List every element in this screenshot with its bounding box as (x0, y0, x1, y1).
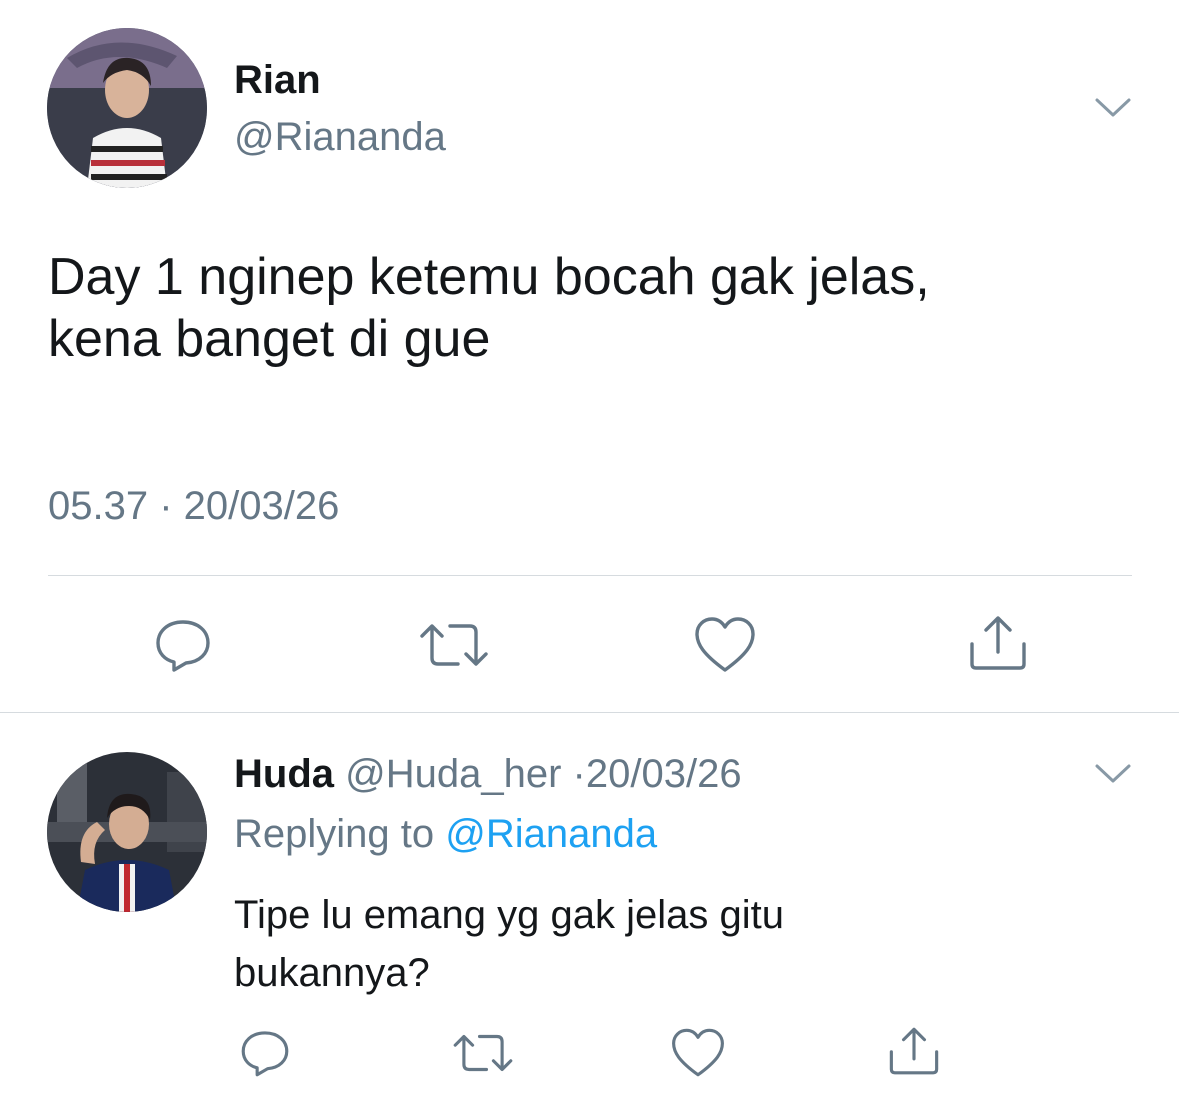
author-name[interactable]: Rian (234, 58, 321, 103)
mention-link[interactable]: @Riananda (445, 812, 657, 856)
tweet-text-line: Day 1 nginep ketemu bocah gak jelas, (48, 248, 930, 306)
author-name[interactable]: Huda (234, 752, 334, 796)
author-handle[interactable]: @Huda_her (345, 752, 561, 796)
tweet-date[interactable]: 20/03/26 (586, 752, 742, 796)
replying-prefix: Replying to (234, 812, 435, 856)
tweet-text-line: kena banget di gue (48, 310, 491, 368)
retweet-icon[interactable] (416, 614, 492, 681)
avatar-rian[interactable] (47, 28, 207, 188)
like-icon[interactable] (670, 1026, 726, 1085)
tweet-text: Day 1 nginep ketemu bocah gak jelas, ken… (48, 246, 1138, 370)
tweet-timestamp[interactable]: 05.37 · 20/03/26 (48, 484, 339, 529)
reply-icon[interactable] (238, 1026, 292, 1085)
main-tweet: Rian @Riananda Day 1 nginep ketemu bocah… (0, 0, 1179, 712)
reply-icon[interactable] (152, 614, 214, 681)
share-icon[interactable] (966, 612, 1030, 679)
reply-text-line: Tipe lu emang yg gak jelas gitu (234, 893, 784, 937)
reply-text-line: bukannya? (234, 951, 430, 995)
chevron-down-icon[interactable] (1094, 762, 1132, 791)
divider (0, 712, 1179, 713)
avatar-huda[interactable] (47, 752, 207, 912)
divider (48, 575, 1132, 576)
retweet-icon[interactable] (450, 1026, 516, 1085)
reply-header: Huda @Huda_her ·20/03/26 (234, 752, 742, 797)
like-icon[interactable] (693, 614, 757, 681)
author-handle[interactable]: @Riananda (234, 115, 446, 160)
share-icon[interactable] (886, 1024, 942, 1083)
reply-text: Tipe lu emang yg gak jelas gitu bukannya… (234, 886, 1134, 1002)
chevron-down-icon[interactable] (1094, 96, 1132, 125)
separator: · (572, 752, 586, 796)
replying-to: Replying to @Riananda (234, 812, 657, 857)
